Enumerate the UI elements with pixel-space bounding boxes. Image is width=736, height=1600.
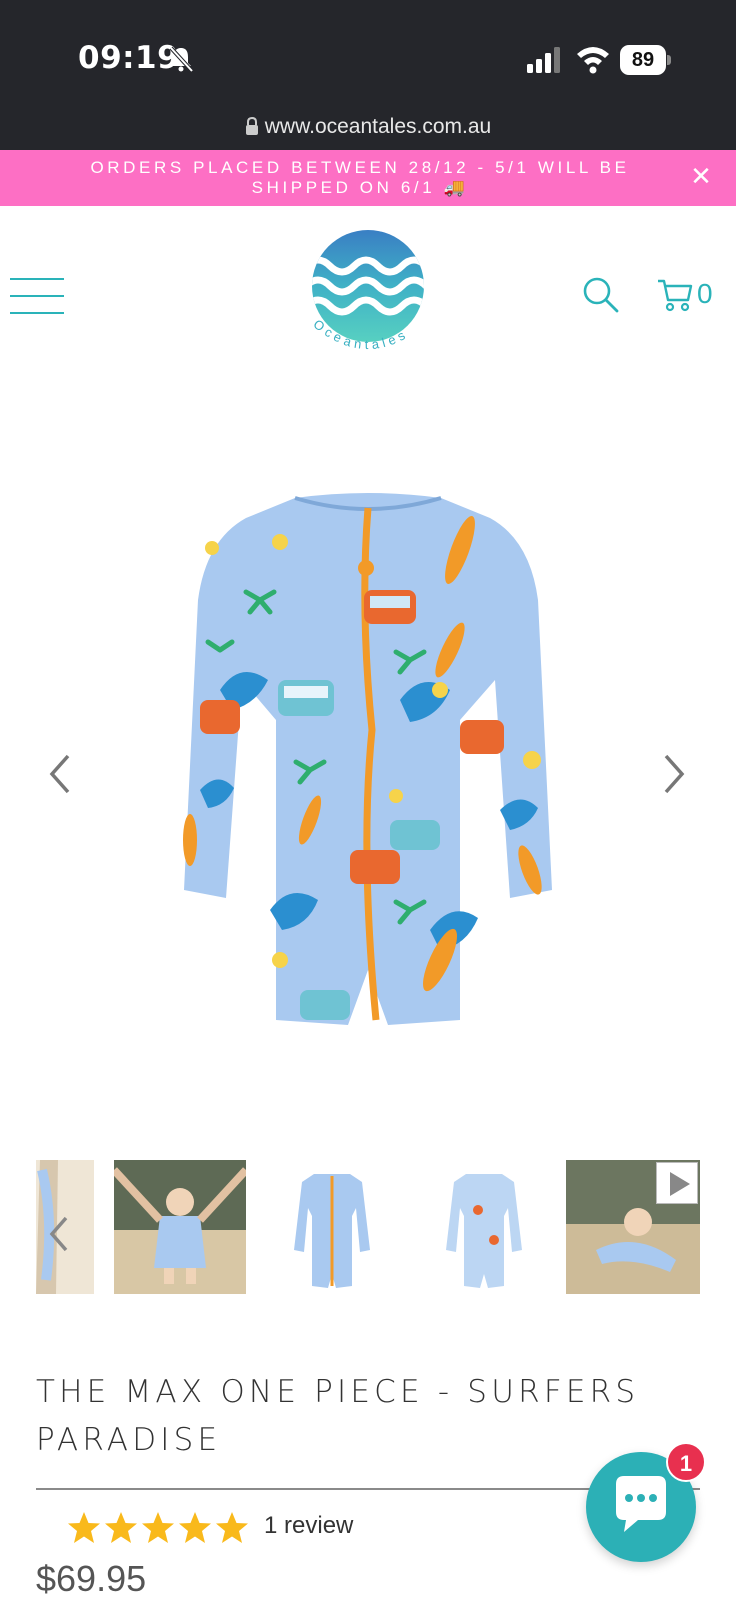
video-play-icon[interactable] [656, 1162, 698, 1204]
review-count-link[interactable]: 1 review [264, 1512, 353, 1540]
hamburger-menu-icon[interactable] [10, 276, 64, 316]
star-icon [179, 1512, 211, 1543]
cart-icon[interactable] [657, 278, 693, 312]
next-image-chevron-icon[interactable] [660, 752, 690, 796]
rating-stars[interactable] [66, 1510, 248, 1546]
star-icon [216, 1512, 248, 1543]
wifi-icon [577, 47, 609, 74]
announcement-text: ORDERS PLACED BETWEEN 28/12 - 5/1 WILL B… [90, 158, 630, 197]
clock: 09:19 [78, 40, 180, 76]
chat-notification-badge: 1 [666, 1442, 706, 1482]
lock-icon [245, 117, 258, 135]
thumbnail-strip [36, 1160, 700, 1294]
cellular-signal-icon [527, 47, 560, 73]
status-bar: 09:19 89 www.oceantales.com.au [0, 0, 736, 150]
announcement-bar: ORDERS PLACED BETWEEN 28/12 - 5/1 WILL B… [0, 150, 736, 206]
address-bar[interactable]: www.oceantales.com.au [0, 115, 736, 139]
previous-image-chevron-icon[interactable] [44, 752, 74, 796]
star-icon [105, 1512, 137, 1543]
thumbnail-previous-chevron-icon[interactable] [46, 1214, 72, 1254]
battery-level: 89 [620, 45, 666, 75]
silent-bell-icon [169, 46, 194, 73]
oceantales-logo[interactable]: Oceantales [298, 228, 438, 368]
product-title: THE MAX ONE PIECE - SURFERS PARADISE [36, 1374, 640, 1458]
close-announcement-button[interactable]: ✕ [688, 164, 714, 190]
thumbnail-front-flat[interactable] [266, 1160, 398, 1294]
search-icon[interactable] [583, 277, 619, 313]
product-price: $69.95 [36, 1558, 147, 1599]
product-main-image[interactable] [160, 490, 576, 1045]
thumbnail-baby-walking-beach[interactable] [114, 1160, 246, 1294]
cart-count[interactable]: 0 [697, 278, 713, 310]
battery-indicator: 89 [620, 45, 672, 75]
star-icon [68, 1512, 100, 1543]
thumbnail-back-flat[interactable] [418, 1160, 550, 1294]
url-text: www.oceantales.com.au [264, 115, 492, 138]
star-icon [142, 1512, 174, 1543]
